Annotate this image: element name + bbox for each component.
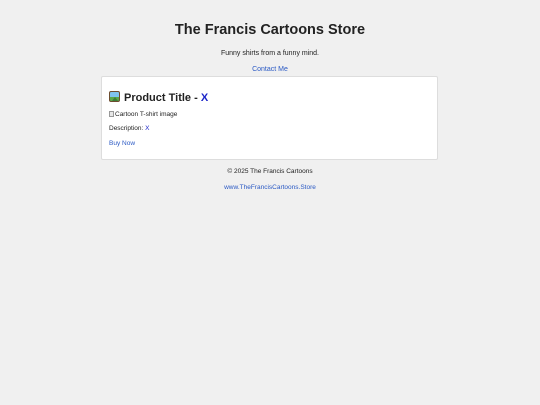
buy-now-link[interactable]: Buy Now: [109, 140, 135, 148]
site-tagline: Funny shirts from a funny mind.: [220, 50, 320, 57]
store-page: The Francis Cartoons Store Funny shirts …: [0, 0, 540, 405]
framed-picture-icon: [109, 91, 120, 102]
product-title-prefix: Product Title -: [124, 92, 201, 104]
site-footer: © 2025 The Francis Cartoons www.TheFranc…: [0, 168, 540, 194]
contact-link[interactable]: Contact Me: [252, 65, 288, 74]
product-description: Description: X: [109, 125, 149, 133]
product-image: Cartoon T-shirt image: [109, 111, 177, 119]
site-header: The Francis Cartoons Store Funny shirts …: [0, 0, 540, 76]
product-image-alt: Cartoon T-shirt image: [115, 111, 178, 118]
description-label: Description:: [109, 125, 146, 132]
copyright-text: © 2025 The Francis Cartoons: [227, 168, 313, 175]
store-website-link[interactable]: www.TheFrancisCartoons.Store: [224, 184, 316, 192]
description-value: X: [145, 125, 150, 132]
product-title-value: X: [200, 92, 209, 104]
product-title: Product Title - X: [109, 91, 208, 105]
site-title: The Francis Cartoons Store: [174, 22, 366, 38]
broken-image-icon: [109, 111, 114, 117]
product-card: Product Title - X Cartoon T-shirt image …: [101, 76, 438, 160]
